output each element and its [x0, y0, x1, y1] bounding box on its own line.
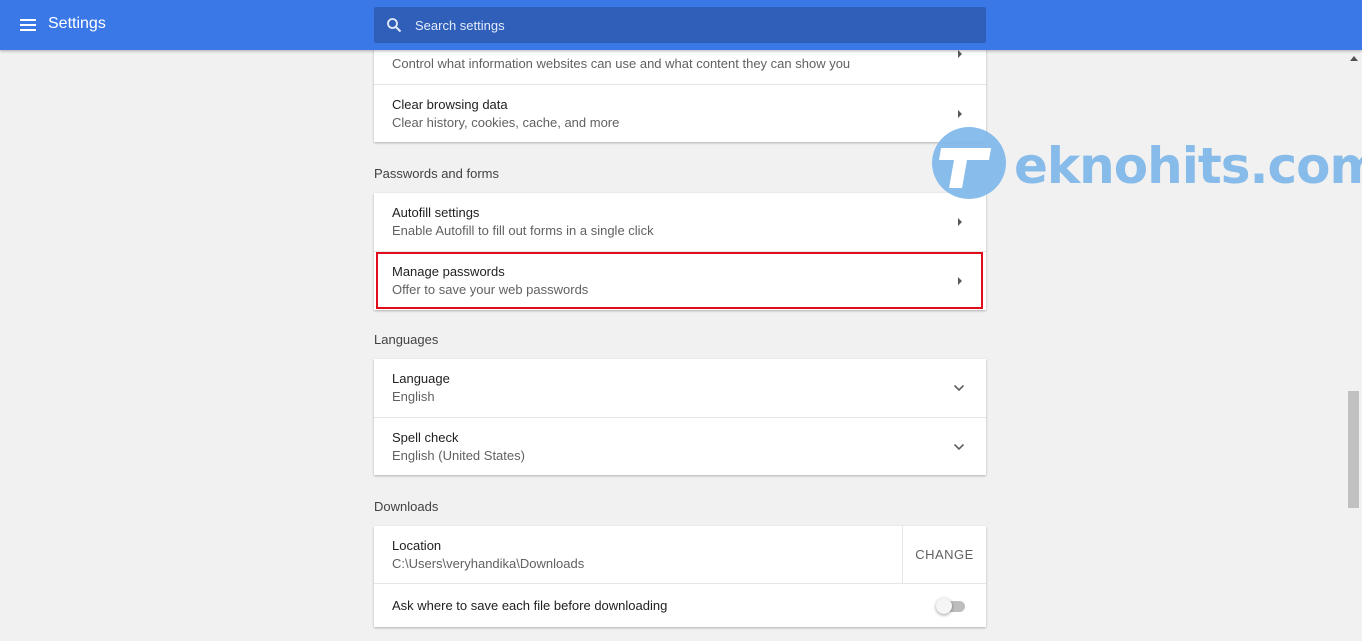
toolbar: Settings	[0, 0, 1362, 50]
toggle-knob	[936, 598, 952, 614]
search-box[interactable]	[374, 7, 986, 43]
arrow-right-icon	[958, 110, 962, 118]
page-title: Settings	[48, 15, 106, 32]
autofill-row[interactable]: Autofill settings Enable Autofill to fil…	[374, 193, 986, 251]
spellcheck-row[interactable]: Spell check English (United States)	[374, 417, 986, 475]
arrow-right-icon	[958, 277, 962, 285]
chevron-down-icon[interactable]	[953, 443, 965, 451]
search-icon	[387, 18, 402, 33]
ask-download-label: Ask where to save each file before downl…	[392, 598, 668, 613]
watermark-text: eknohits.com	[1014, 137, 1362, 195]
manage-passwords-subtitle: Offer to save your web passwords	[392, 282, 589, 297]
location-row: Location C:\Users\veryhandika\Downloads …	[374, 526, 986, 583]
downloads-card: Location C:\Users\veryhandika\Downloads …	[374, 526, 986, 627]
arrow-right-icon	[958, 218, 962, 226]
ask-download-row[interactable]: Ask where to save each file before downl…	[374, 583, 986, 627]
manage-passwords-title: Manage passwords	[392, 264, 505, 279]
location-value: C:\Users\veryhandika\Downloads	[392, 556, 585, 571]
watermark-logo	[932, 127, 1006, 199]
menu-icon[interactable]	[20, 18, 36, 32]
languages-section-title: Languages	[374, 332, 439, 347]
downloads-section-title: Downloads	[374, 499, 439, 514]
passwords-section-title: Passwords and forms	[374, 166, 499, 181]
manage-passwords-row[interactable]: Manage passwords Offer to save your web …	[374, 251, 986, 310]
autofill-subtitle: Enable Autofill to fill out forms in a s…	[392, 223, 654, 238]
language-value: English	[392, 389, 435, 404]
scroll-thumb[interactable]	[1348, 391, 1359, 508]
spellcheck-value: English (United States)	[392, 448, 525, 463]
passwords-card: Autofill settings Enable Autofill to fil…	[374, 193, 986, 310]
clear-browsing-subtitle: Clear history, cookies, cache, and more	[392, 115, 620, 130]
languages-card: Language English Spell check English (Un…	[374, 359, 986, 475]
clear-browsing-title: Clear browsing data	[392, 97, 508, 112]
language-row[interactable]: Language English	[374, 359, 986, 417]
location-title: Location	[392, 538, 442, 553]
language-title: Language	[392, 371, 450, 386]
clear-browsing-row[interactable]: Clear browsing data Clear history, cooki…	[374, 84, 986, 142]
spellcheck-title: Spell check	[392, 430, 459, 445]
privacy-card: Control what information websites can us…	[374, 42, 986, 142]
arrow-right-icon	[958, 50, 962, 58]
scroll-up-icon[interactable]	[1350, 56, 1358, 61]
search-input[interactable]	[415, 7, 975, 43]
autofill-title: Autofill settings	[392, 205, 480, 220]
ask-download-toggle[interactable]	[936, 598, 966, 614]
content-settings-subtitle: Control what information websites can us…	[392, 56, 851, 71]
change-button[interactable]: CHANGE	[902, 526, 986, 583]
chevron-down-icon[interactable]	[953, 384, 965, 392]
